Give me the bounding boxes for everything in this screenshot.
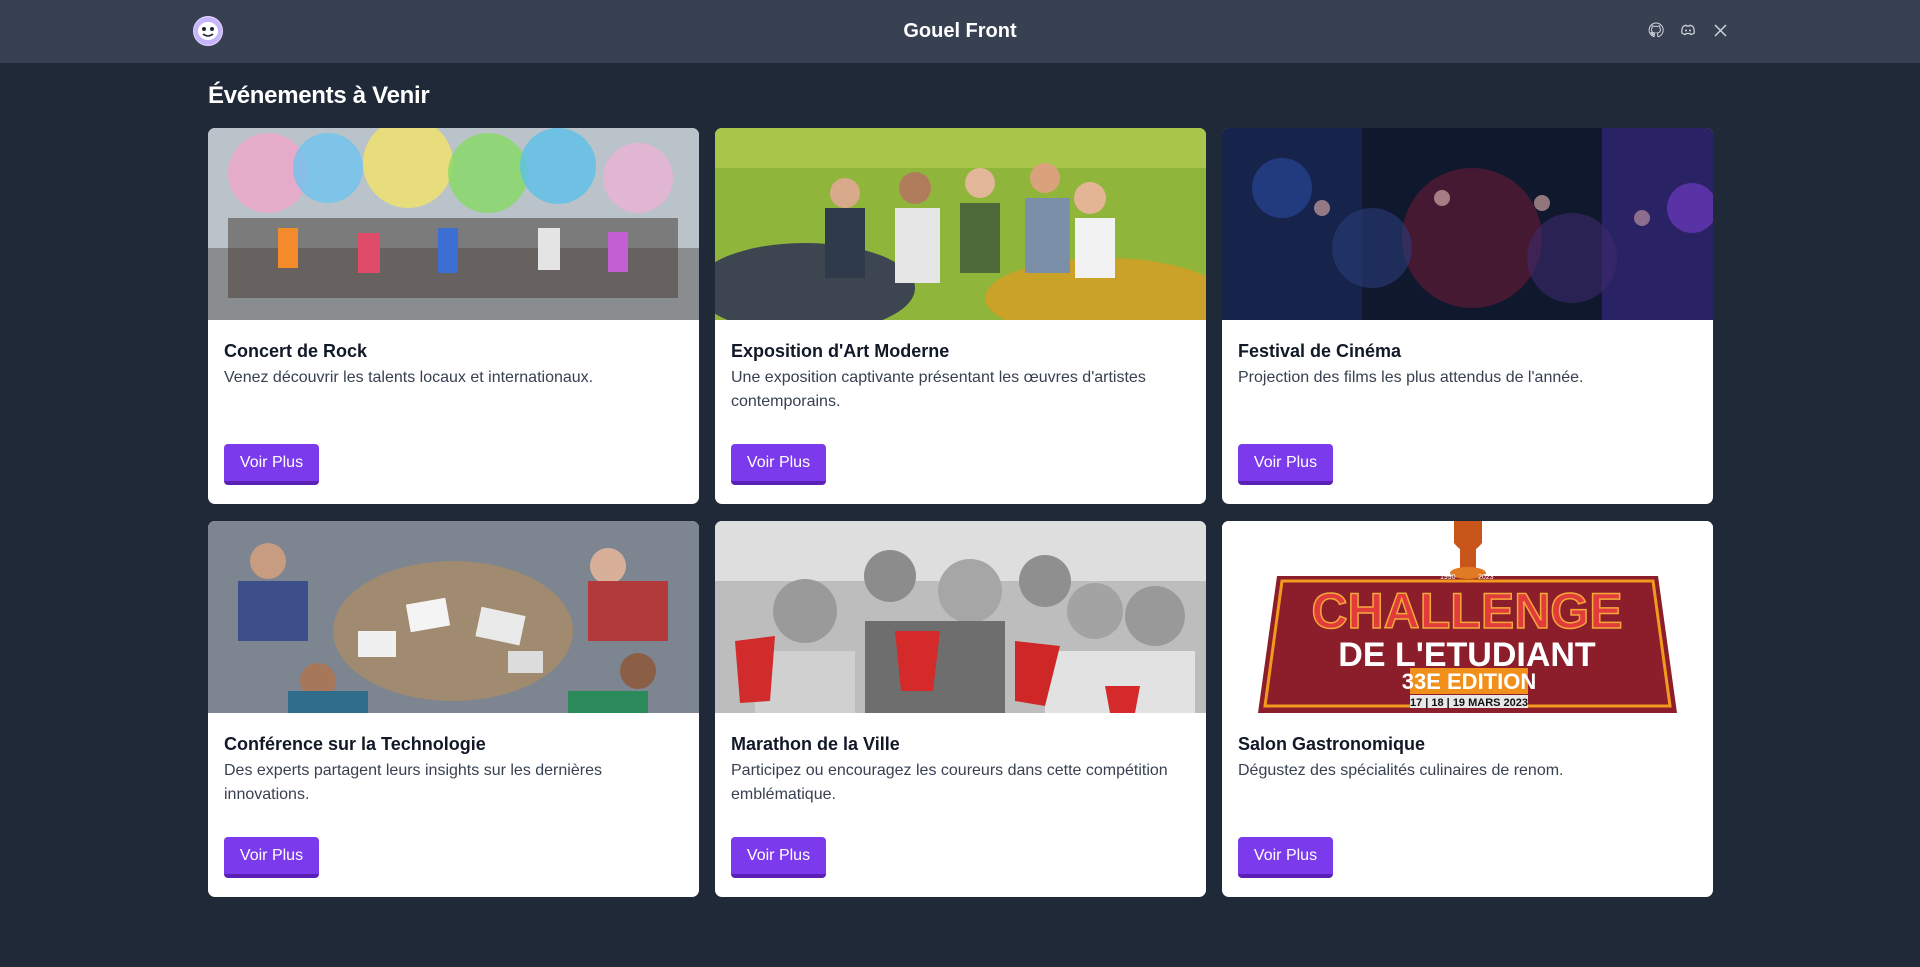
event-description: Des experts partagent leurs insights sur…: [224, 762, 602, 803]
app-title: Gouel Front: [903, 20, 1017, 42]
github-icon[interactable]: [1647, 21, 1665, 39]
poster-edition: 33E EDITION: [1402, 669, 1536, 694]
event-card: Exposition d'Art Moderne Une exposition …: [715, 128, 1206, 504]
event-description: Venez découvrir les talents locaux et in…: [224, 369, 594, 386]
event-image: [208, 128, 699, 320]
event-image: [1222, 128, 1713, 320]
event-title: Salon Gastronomique: [1238, 734, 1426, 754]
event-title: Concert de Rock: [224, 341, 368, 361]
poster-line1: CHALLENGE: [1311, 583, 1622, 639]
event-description: Participez ou encouragez les coureurs da…: [731, 762, 1168, 803]
see-more-button[interactable]: Voir Plus: [224, 837, 319, 878]
event-image: [208, 521, 699, 713]
event-card: 1990 2023 CHALLENGE DE L'ETUDIANT 33E ED…: [1222, 521, 1713, 897]
event-title: Exposition d'Art Moderne: [731, 341, 950, 361]
see-more-button[interactable]: Voir Plus: [731, 444, 826, 485]
event-description: Projection des films les plus attendus d…: [1238, 369, 1584, 386]
page-heading: Événements à Venir: [208, 82, 430, 109]
event-card: Concert de Rock Venez découvrir les tale…: [208, 128, 699, 504]
event-card: Festival de Cinéma Projection des films …: [1222, 128, 1713, 504]
see-more-button[interactable]: Voir Plus: [1238, 837, 1333, 878]
see-more-button[interactable]: Voir Plus: [224, 444, 319, 485]
event-title: Festival de Cinéma: [1238, 341, 1402, 361]
event-description: Une exposition captivante présentant les…: [731, 369, 1146, 410]
event-title: Marathon de la Ville: [731, 734, 900, 754]
top-navbar: Gouel Front: [0, 0, 1920, 63]
event-card: Conférence sur la Technologie Des expert…: [208, 521, 699, 897]
event-image: [715, 128, 1206, 320]
event-image: [715, 521, 1206, 713]
event-description: Dégustez des spécialités culinaires de r…: [1238, 762, 1564, 779]
event-image: 1990 2023 CHALLENGE DE L'ETUDIANT 33E ED…: [1222, 521, 1713, 713]
poster-year-start: 1990: [1440, 574, 1456, 581]
event-title: Conférence sur la Technologie: [224, 734, 486, 754]
poster-dates: 17 | 18 | 19 MARS 2023: [1410, 697, 1528, 709]
see-more-button[interactable]: Voir Plus: [1238, 444, 1333, 485]
discord-icon[interactable]: [1679, 21, 1697, 39]
x-icon[interactable]: [1711, 21, 1729, 39]
see-more-button[interactable]: Voir Plus: [731, 837, 826, 878]
event-card: Marathon de la Ville Participez ou encou…: [715, 521, 1206, 897]
poster-year-end: 2023: [1478, 574, 1494, 581]
events-grid: Concert de Rock Venez découvrir les tale…: [208, 128, 1713, 897]
